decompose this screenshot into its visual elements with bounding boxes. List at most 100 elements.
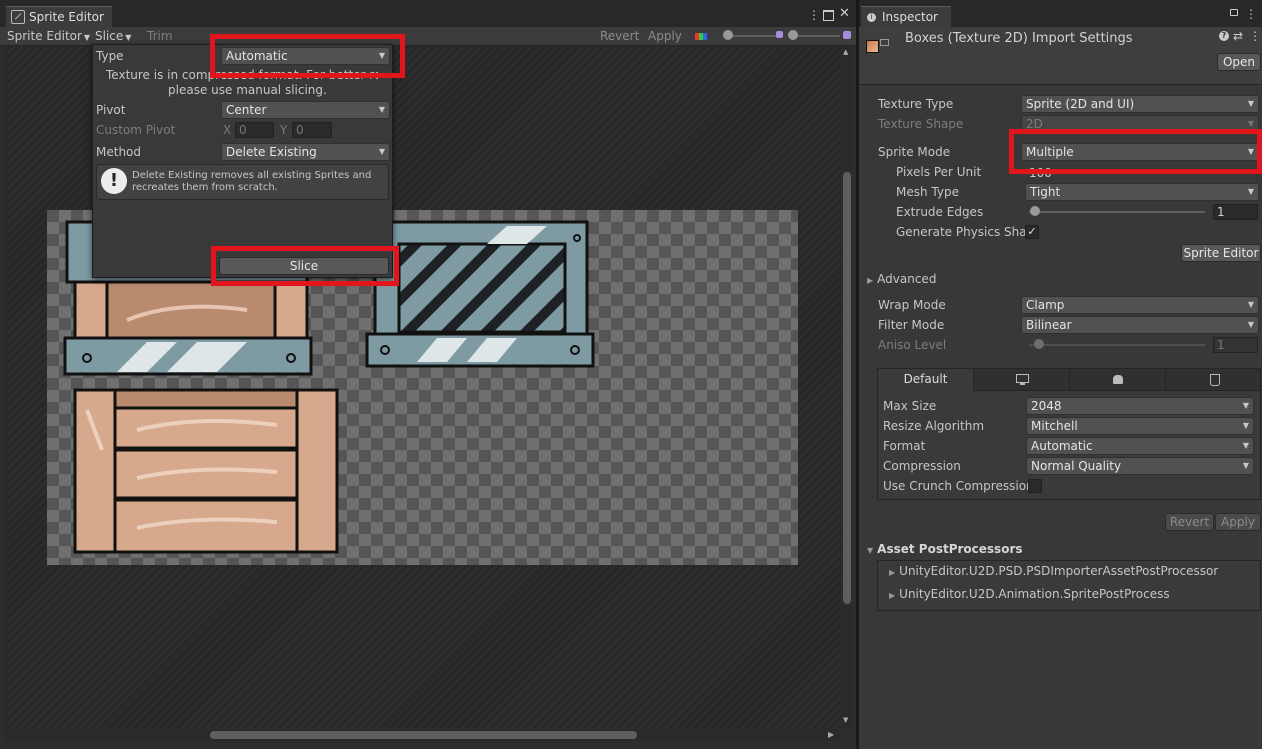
- advanced-foldout[interactable]: ▶ Advanced: [867, 272, 936, 286]
- apply-button[interactable]: Apply: [1215, 513, 1261, 531]
- pivot-label: Pivot: [96, 103, 126, 117]
- postprocessors-foldout[interactable]: ▼ Asset PostProcessors: [867, 542, 1023, 556]
- resize-algorithm-value: Mitchell: [1031, 419, 1078, 433]
- resize-algorithm-dropdown[interactable]: Mitchell ▼: [1026, 417, 1254, 435]
- texture-shape-value: 2D: [1026, 117, 1043, 131]
- scroll-up-icon[interactable]: ▲: [843, 48, 848, 56]
- maximize-icon[interactable]: [823, 10, 834, 21]
- tab-android[interactable]: [1069, 369, 1166, 390]
- texture-shape-dropdown[interactable]: 2D ▼: [1021, 115, 1259, 133]
- compression-dropdown[interactable]: Normal Quality ▼: [1026, 457, 1254, 475]
- method-dropdown[interactable]: Delete Existing ▼: [221, 143, 390, 161]
- inspector-header-title: Boxes (Texture 2D) Import Settings: [905, 31, 1133, 46]
- sprite-editor-tabbar: [0, 0, 856, 27]
- aniso-level-slider-knob[interactable]: [1034, 339, 1044, 349]
- aniso-level-slider-track[interactable]: [1029, 344, 1205, 346]
- compression-info-line1: Texture is in compressed format. For bet…: [106, 68, 378, 82]
- type-label: Type: [96, 49, 124, 63]
- chevron-down-icon: ▼: [1242, 441, 1249, 450]
- method-dropdown-value: Delete Existing: [226, 145, 317, 159]
- sprite-mode-value: Multiple: [1026, 145, 1074, 159]
- chevron-down-icon: ▼: [1247, 119, 1254, 128]
- max-size-label: Max Size: [883, 399, 937, 413]
- open-button[interactable]: Open: [1217, 53, 1261, 71]
- zoom-slider-track[interactable]: [728, 35, 778, 37]
- preset-icon[interactable]: ⇄: [1233, 29, 1243, 43]
- sprite-editor-icon: [11, 10, 25, 24]
- chevron-down-icon: ▼: [1247, 320, 1254, 329]
- mip-slider-knob[interactable]: [788, 30, 798, 40]
- texture-asset-icon: [866, 40, 879, 53]
- tab-standalone[interactable]: [973, 369, 1070, 390]
- slice-button[interactable]: Slice: [219, 257, 389, 275]
- filter-mode-dropdown[interactable]: Bilinear ▼: [1021, 316, 1259, 334]
- tab-inspector[interactable]: i Inspector: [861, 6, 951, 27]
- slice-menu[interactable]: Slice ▼: [95, 29, 131, 43]
- texture-type-label: Texture Type: [878, 97, 954, 111]
- advanced-label: Advanced: [877, 272, 937, 286]
- max-size-dropdown[interactable]: 2048 ▼: [1026, 397, 1254, 415]
- filter-mode-value: Bilinear: [1026, 318, 1072, 332]
- texture-type-dropdown[interactable]: Sprite (2D and UI) ▼: [1021, 95, 1259, 113]
- sprite-editor-button[interactable]: Sprite Editor: [1181, 244, 1261, 262]
- pixels-per-unit-field[interactable]: 100: [1025, 165, 1258, 181]
- horizontal-scrollbar-thumb[interactable]: [210, 731, 637, 739]
- tab-sprite-editor-label: Sprite Editor: [29, 10, 104, 24]
- mesh-type-dropdown[interactable]: Tight ▼: [1025, 183, 1259, 201]
- postprocessor-item[interactable]: ▶ UnityEditor.U2D.Animation.SpritePostPro…: [889, 587, 1170, 601]
- tab-webgl[interactable]: [1165, 369, 1261, 390]
- tab-sprite-editor[interactable]: Sprite Editor: [6, 6, 112, 27]
- max-size-value: 2048: [1031, 399, 1062, 413]
- toolbar-revert-button[interactable]: Revert: [600, 29, 639, 43]
- lock-icon[interactable]: [1230, 9, 1238, 16]
- vertical-scrollbar-thumb[interactable]: [843, 172, 851, 604]
- more-options-icon[interactable]: ⋮: [808, 8, 820, 22]
- extrude-edges-slider-track[interactable]: [1029, 211, 1205, 213]
- zoom-slider-knob[interactable]: [723, 30, 733, 40]
- aniso-level-field[interactable]: 1: [1213, 337, 1258, 353]
- chevron-down-icon: ▼: [378, 147, 385, 156]
- pixels-per-unit-label: Pixels Per Unit: [896, 165, 982, 179]
- crunch-compression-checkbox[interactable]: [1028, 479, 1042, 493]
- mipmap-icon: [776, 31, 783, 38]
- postprocessors-label: Asset PostProcessors: [877, 542, 1023, 556]
- more-options-icon[interactable]: ⋮: [1245, 7, 1257, 21]
- help-icon[interactable]: ?: [1219, 31, 1229, 41]
- extrude-edges-field[interactable]: 1: [1213, 204, 1258, 220]
- sprite-editor-window: Sprite Editor ⋮ ✕ Sprite Editor ▼ Slice ▼ …: [0, 0, 856, 749]
- custom-pivot-y-field[interactable]: 0: [292, 122, 332, 138]
- chevron-down-icon: ▼: [1247, 300, 1254, 309]
- wrap-mode-value: Clamp: [1026, 298, 1065, 312]
- tab-default[interactable]: Default: [878, 369, 973, 391]
- generate-physics-checkbox[interactable]: ✓: [1025, 225, 1039, 239]
- wrap-mode-dropdown[interactable]: Clamp ▼: [1021, 296, 1259, 314]
- close-icon[interactable]: ✕: [839, 6, 850, 21]
- sprite-editor-menu[interactable]: Sprite Editor ▼: [7, 29, 90, 43]
- resize-algorithm-label: Resize Algorithm: [883, 419, 985, 433]
- pivot-dropdown[interactable]: Center ▼: [221, 101, 390, 119]
- chevron-down-icon: ▼: [1242, 461, 1249, 470]
- chevron-down-icon: ▼: [867, 546, 874, 555]
- postprocessor-item[interactable]: ▶ UnityEditor.U2D.PSD.PSDImporterAssetPos…: [889, 564, 1218, 578]
- crunch-compression-label: Use Crunch Compression: [883, 479, 1034, 493]
- scroll-down-icon[interactable]: ▼: [843, 716, 848, 724]
- more-options-icon[interactable]: ⋮: [1249, 29, 1261, 43]
- type-dropdown[interactable]: Automatic ▼: [221, 47, 390, 65]
- custom-pivot-y-label: Y: [280, 123, 288, 137]
- sprite-mode-label: Sprite Mode: [878, 145, 951, 159]
- toolbar-apply-button[interactable]: Apply: [648, 29, 682, 43]
- custom-pivot-x-field[interactable]: 0: [235, 122, 274, 138]
- pivot-dropdown-value: Center: [226, 103, 267, 117]
- format-dropdown[interactable]: Automatic ▼: [1026, 437, 1254, 455]
- format-label: Format: [883, 439, 926, 453]
- aniso-level-label: Aniso Level: [878, 338, 947, 352]
- trim-button[interactable]: Trim: [147, 29, 173, 43]
- html5-icon: [1210, 374, 1220, 386]
- scroll-right-icon[interactable]: ▶: [828, 730, 834, 739]
- color-channels-icon[interactable]: [695, 33, 707, 40]
- texture-shape-label: Texture Shape: [878, 117, 964, 131]
- extrude-edges-slider-knob[interactable]: [1030, 206, 1040, 216]
- revert-button[interactable]: Revert: [1165, 513, 1214, 531]
- sprite-mode-dropdown[interactable]: Multiple ▼: [1021, 143, 1259, 161]
- chevron-down-icon: ▼: [1242, 421, 1249, 430]
